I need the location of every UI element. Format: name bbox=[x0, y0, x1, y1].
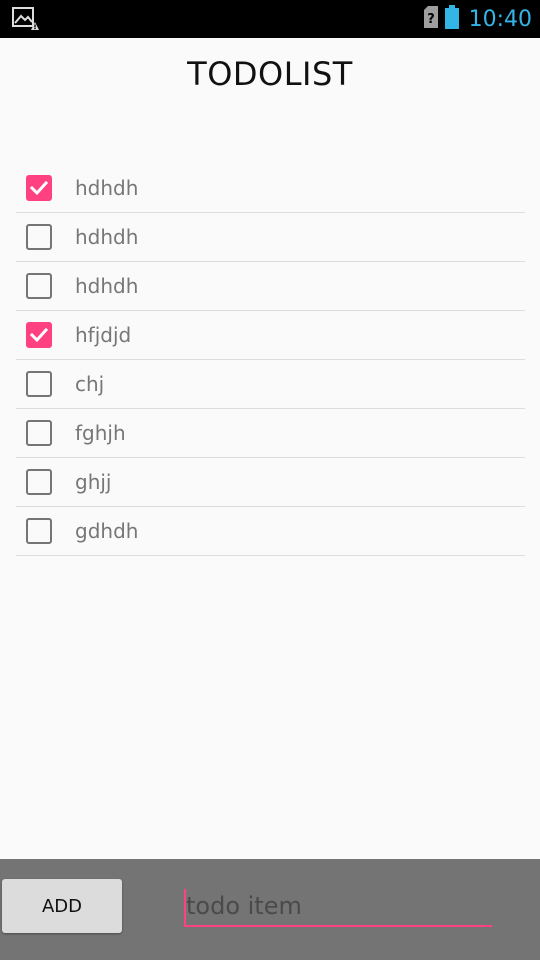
svg-text:?: ? bbox=[427, 12, 435, 27]
list-item[interactable]: chj bbox=[16, 360, 525, 409]
checkbox-unchecked[interactable] bbox=[26, 273, 52, 299]
text-cursor bbox=[184, 889, 186, 927]
todo-item-text: ghjj bbox=[75, 470, 112, 494]
list-item[interactable]: hdhdh bbox=[16, 213, 525, 262]
checkmark-icon bbox=[29, 180, 49, 196]
list-item[interactable]: fghjh bbox=[16, 409, 525, 458]
checkbox-checked[interactable] bbox=[26, 175, 52, 201]
list-item[interactable]: hdhdh bbox=[16, 262, 525, 311]
sim-unknown-icon: ? bbox=[423, 6, 439, 32]
todo-item-text: hdhdh bbox=[75, 176, 139, 200]
list-item[interactable]: ghjj bbox=[16, 458, 525, 507]
checkbox-unchecked[interactable] bbox=[26, 224, 52, 250]
todo-item-text: hdhdh bbox=[75, 225, 139, 249]
todo-item-text: hdhdh bbox=[75, 274, 139, 298]
page-title: TODOLIST bbox=[187, 55, 353, 93]
status-clock: 10:40 bbox=[468, 6, 532, 32]
battery-icon bbox=[444, 5, 459, 33]
checkbox-unchecked[interactable] bbox=[26, 371, 52, 397]
list-item[interactable]: hfjdjd bbox=[16, 311, 525, 360]
status-bar: ? 10:40 bbox=[0, 0, 540, 38]
checkbox-checked[interactable] bbox=[26, 322, 52, 348]
checkbox-unchecked[interactable] bbox=[26, 518, 52, 544]
todo-item-text: hfjdjd bbox=[75, 323, 132, 347]
todo-input[interactable] bbox=[184, 887, 492, 927]
image-alert-icon bbox=[12, 6, 40, 32]
list-item[interactable]: gdhdh bbox=[16, 507, 525, 556]
todo-item-text: gdhdh bbox=[75, 519, 139, 543]
todo-input-container bbox=[184, 887, 492, 931]
todo-item-text: chj bbox=[75, 372, 105, 396]
todo-list: hdhdh hdhdh hdhdh hfjdjd chj fghjh ghjj gdhdh bbox=[16, 164, 525, 556]
list-item[interactable]: hdhdh bbox=[16, 164, 525, 213]
checkbox-unchecked[interactable] bbox=[26, 420, 52, 446]
input-bar: ADD bbox=[0, 859, 540, 960]
checkmark-icon bbox=[29, 327, 49, 343]
todo-item-text: fghjh bbox=[75, 421, 126, 445]
add-button[interactable]: ADD bbox=[2, 879, 122, 933]
checkbox-unchecked[interactable] bbox=[26, 469, 52, 495]
